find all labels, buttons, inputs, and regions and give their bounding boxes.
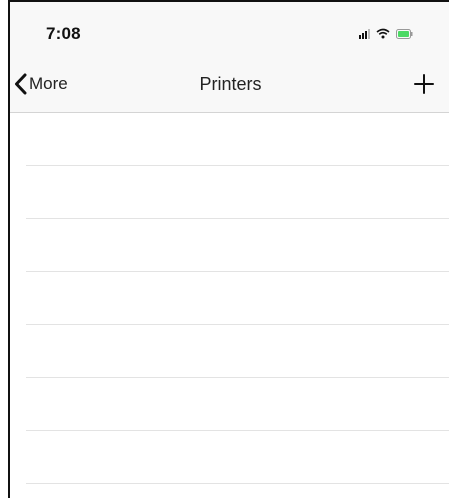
add-printer-button[interactable]: [411, 71, 437, 97]
status-icons: [359, 27, 413, 39]
plus-icon: [414, 74, 434, 94]
list-row: [10, 113, 449, 166]
status-time: 7:08: [46, 24, 81, 43]
list-row: [10, 431, 449, 484]
signal-icon: [359, 28, 370, 39]
list-row: [10, 166, 449, 219]
phone-screen: 7:08 More Printers: [8, 0, 449, 498]
list-row: [10, 272, 449, 325]
row-separator: [26, 483, 449, 484]
navigation-bar: More Printers: [10, 58, 449, 113]
page-title: Printers: [199, 74, 262, 94]
list-row: [10, 325, 449, 378]
status-bar: 7:08: [10, 2, 449, 58]
battery-icon: [396, 29, 413, 39]
printers-list: [10, 113, 449, 498]
wifi-icon: [376, 28, 390, 39]
list-row: [10, 219, 449, 272]
list-row: [10, 378, 449, 431]
